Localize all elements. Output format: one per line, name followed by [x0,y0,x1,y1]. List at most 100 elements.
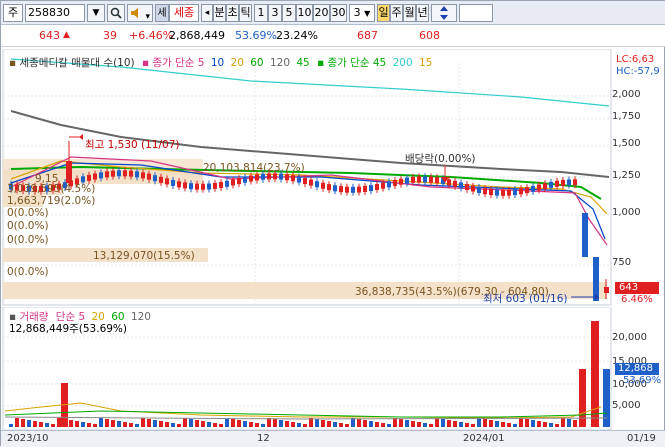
turnover-rate: 23.24% [276,29,318,42]
extra-input[interactable] [459,4,493,22]
second-button[interactable]: 초 [226,4,239,22]
candle-body [447,179,451,186]
candle-body [141,172,145,179]
candle-body [567,179,571,186]
interval-3-button[interactable]: 3 [268,4,282,22]
sound-dropdown-arrow: ▾ [145,12,151,22]
price-y-tick: 2,000 [612,89,641,100]
chevron-down-icon: ▼ [364,9,371,18]
date-axis[interactable]: 2023/10 12 2024/01 01/19 [1,430,665,447]
low-price: 608 [419,29,440,42]
volume-bar [573,420,577,427]
volume-bar [153,420,157,427]
stock-code-value: 258830 [28,6,70,19]
candle-body [471,185,475,192]
volume-profile-label: 3,039,595(4.5%) [7,183,96,195]
custom-interval-value: 3 [353,6,361,19]
interval-10-button[interactable]: 10 [296,4,313,22]
volume-bar [321,420,325,427]
volume-bar [15,418,19,427]
volume-bar [213,423,217,427]
search-button[interactable] [107,4,125,22]
volume-bar [117,421,121,427]
volume-bar [549,423,553,427]
volume-bar [105,419,109,427]
interval-1-button[interactable]: 1 [254,4,268,22]
candle-body [165,178,169,185]
interval-5-button[interactable]: 5 [282,4,296,22]
volume-bar [33,421,37,427]
volume-bar [111,420,115,427]
price-chart[interactable] [1,49,665,307]
quote-info-bar: 643 ▲ 39 +6.46% 2,868,449 53.69% 23.24% … [1,25,665,47]
legend-marker: ▪ [141,57,150,69]
candle-body [201,183,205,190]
market-label: 주 [7,6,19,19]
prev-period-button[interactable]: ◂ [201,4,213,22]
candle-body [243,176,247,183]
market-select[interactable]: 주 [3,4,23,22]
candle-body [315,181,319,188]
candle-body [177,181,181,188]
custom-interval-select[interactable]: 3 ▼ [349,4,375,22]
candle-body [66,161,72,183]
ma2-legend-label: 종가 단순 [327,57,370,69]
week-button[interactable]: 주 [390,4,403,22]
candle-body [417,176,421,183]
candle-body [369,185,373,192]
stock-code-input[interactable]: 258830 [25,4,85,22]
volume-bar [177,424,181,427]
candle-body [465,184,469,191]
ma-period-120: 120 [269,57,291,69]
candle-body [459,182,463,189]
volume-bar [171,423,175,427]
volume-bar [291,422,295,427]
year-button[interactable]: 년 [416,4,429,22]
interval-20-button[interactable]: 20 [313,4,330,22]
high-price-annotation: 최고 1,530 (11/07) [85,139,180,151]
volume-bar [459,422,463,427]
price-y-tick: 750 [612,257,632,268]
updown-toggle-button[interactable] [431,4,457,22]
interval-3-label: 3 [271,6,279,19]
volume-bar [9,424,13,427]
volume-bar [477,418,481,427]
volume-bar [315,419,319,427]
day-button[interactable]: 일 [377,4,390,22]
volume-bar [429,424,433,427]
current-pct-tag: 6.46% [621,294,653,305]
legend-marker: ▪ [317,57,325,69]
ma2-period-200: 200 [392,57,413,69]
month-button[interactable]: 월 [403,4,416,22]
month-button-label: 월 [404,6,415,19]
volume-bar [441,419,445,427]
candle-body [111,170,115,177]
candle-body [291,175,295,182]
volume-bar [381,423,385,427]
interval-30-button[interactable]: 30 [330,4,347,22]
candle-body [183,182,187,189]
candle-body [327,184,331,191]
volume-bar [339,423,343,427]
code-dropdown-button[interactable]: ▼ [87,4,105,22]
stock-name-field[interactable]: 세종 [169,4,199,22]
tick-button[interactable]: 틱 [239,4,252,22]
candle-body [561,179,565,186]
ma-period-60: 60 [250,57,264,69]
price-y-tick: 1,500 [612,138,641,149]
candle-body [117,170,121,177]
candle-body [435,177,439,184]
candle-body [105,171,109,178]
volume-bar [513,424,517,427]
sound-button[interactable]: ▾ [127,4,153,22]
candle-body [537,184,541,191]
candle-body [207,183,211,190]
volume-profile-label: 0(0.0%) [7,220,49,232]
volume-bar [255,423,259,427]
volume-bar [183,418,187,427]
minute-button[interactable]: 분 [213,4,226,22]
candle-body [357,186,361,193]
price-legend: ▪ 세종메디칼 매물대 수(10) ▪ 종가 단순 5 10 20 60 120… [9,55,432,70]
name-tab[interactable]: 세종 [155,4,169,36]
volume-bar [405,420,409,427]
